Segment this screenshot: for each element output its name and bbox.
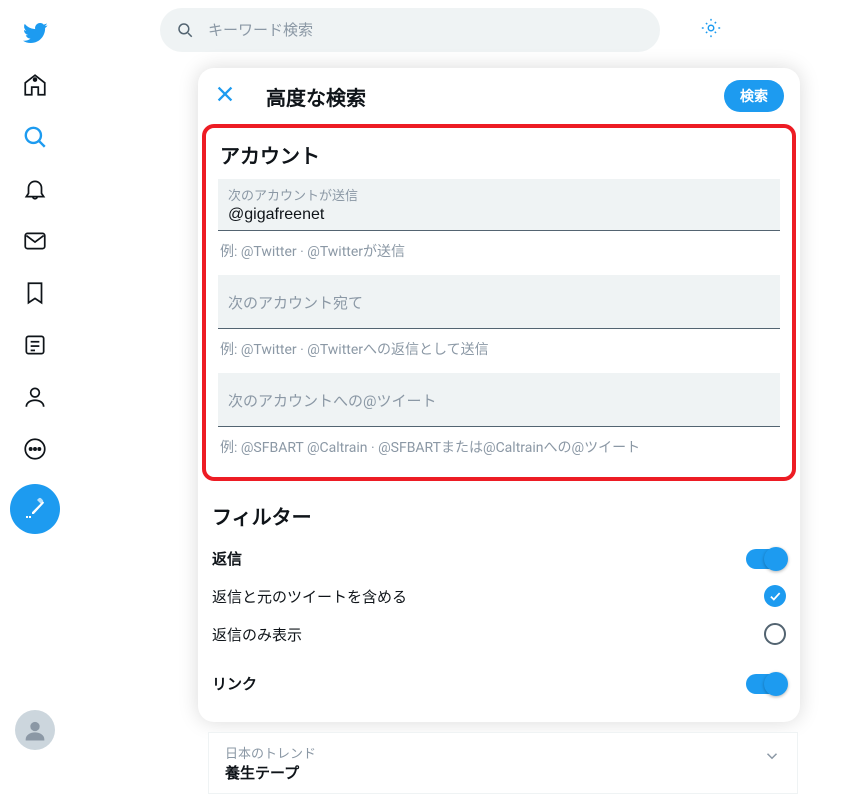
to-label: 次のアカウント宛て [228, 292, 363, 313]
to-accounts-field[interactable]: 次のアカウント宛て [218, 275, 780, 329]
search-button[interactable]: 検索 [724, 80, 784, 112]
filter-section: フィルター 返信 返信と元のツイートを含める 返信のみ表示 [198, 481, 800, 710]
home-icon[interactable] [10, 60, 60, 110]
twitter-logo[interactable] [10, 8, 60, 58]
mention-hint: 例: @SFBART @Caltrain · @SFBARTまたは@Caltra… [206, 427, 792, 471]
close-icon[interactable] [214, 83, 236, 109]
profile-icon[interactable] [10, 372, 60, 422]
modal-title: 高度な検索 [266, 82, 724, 111]
search-row [70, 0, 856, 60]
mention-label: 次のアカウントへの@ツイート [228, 390, 436, 411]
more-icon[interactable] [10, 424, 60, 474]
links-toggle[interactable] [746, 674, 786, 694]
only-replies-radio[interactable] [764, 623, 786, 645]
modal-header: 高度な検索 検索 [198, 68, 800, 124]
trend-title: 養生テープ [225, 762, 781, 783]
account-heading: アカウント [206, 128, 792, 179]
replies-row: 返信 [198, 540, 800, 577]
avatar[interactable] [15, 710, 55, 750]
messages-icon[interactable] [10, 216, 60, 266]
advanced-search-modal: 高度な検索 検索 アカウント 次のアカウントが送信 例: @Twitter · … [198, 68, 800, 722]
only-replies-row: 返信のみ表示 [198, 615, 800, 653]
modal-body: アカウント 次のアカウントが送信 例: @Twitter · @Twitterが… [198, 124, 800, 722]
gear-icon[interactable] [700, 17, 722, 43]
only-replies-label: 返信のみ表示 [212, 624, 764, 645]
include-replies-row: 返信と元のツイートを含める [198, 577, 800, 615]
trend-region: 日本のトレンド [225, 743, 781, 762]
main: 高度な検索 検索 アカウント 次のアカウントが送信 例: @Twitter · … [70, 0, 856, 790]
from-hint: 例: @Twitter · @Twitterが送信 [206, 231, 792, 275]
to-hint: 例: @Twitter · @Twitterへの返信として送信 [206, 329, 792, 373]
replies-label: 返信 [212, 548, 746, 569]
notifications-icon[interactable] [10, 164, 60, 214]
bookmarks-icon[interactable] [10, 268, 60, 318]
include-replies-label: 返信と元のツイートを含める [212, 586, 764, 607]
links-row: リンク [198, 665, 800, 702]
trend-card[interactable]: 日本のトレンド 養生テープ [208, 732, 798, 794]
include-replies-radio[interactable] [764, 585, 786, 607]
from-label: 次のアカウントが送信 [228, 185, 770, 204]
search-icon[interactable] [10, 112, 60, 162]
links-label: リンク [212, 673, 746, 694]
mention-accounts-field[interactable]: 次のアカウントへの@ツイート [218, 373, 780, 427]
compose-button[interactable] [10, 484, 60, 534]
account-section: アカウント 次のアカウントが送信 例: @Twitter · @Twitterが… [202, 124, 796, 481]
search-glyph-icon [176, 21, 194, 39]
from-accounts-field[interactable]: 次のアカウントが送信 [218, 179, 780, 231]
replies-toggle[interactable] [746, 549, 786, 569]
chevron-down-icon[interactable] [763, 747, 781, 769]
lists-icon[interactable] [10, 320, 60, 370]
sidebar [0, 0, 70, 790]
search-box[interactable] [160, 8, 660, 52]
filter-heading: フィルター [198, 489, 800, 540]
search-input[interactable] [208, 22, 644, 39]
from-input[interactable] [228, 204, 770, 226]
